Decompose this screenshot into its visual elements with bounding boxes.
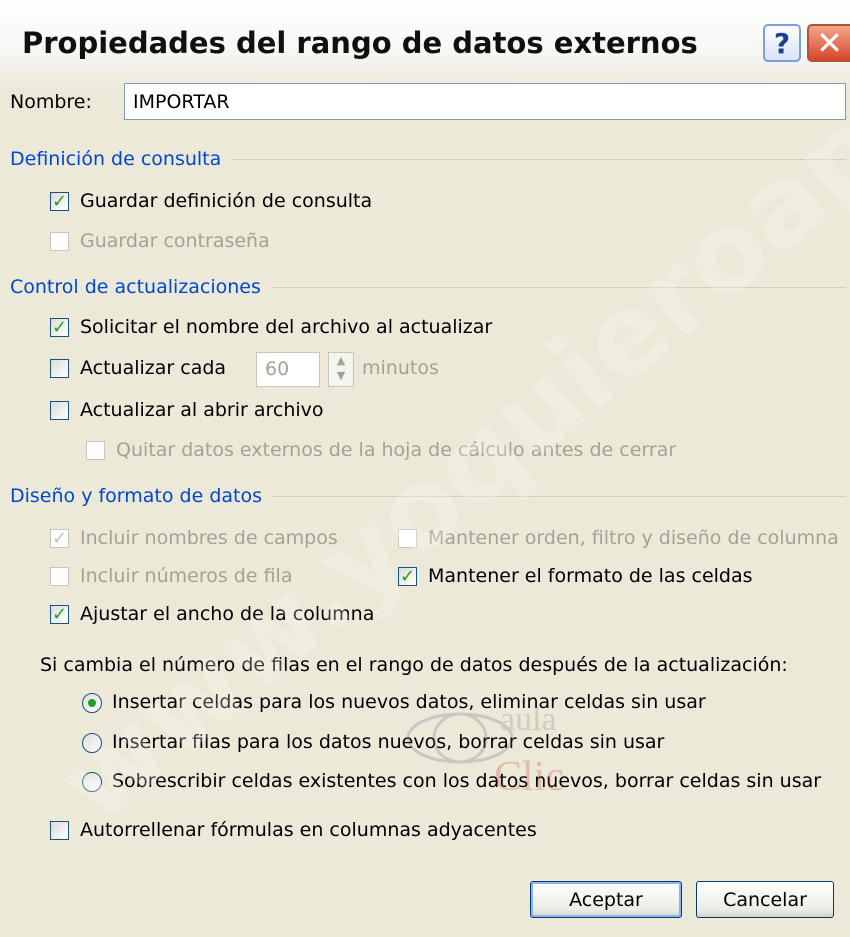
keep-sort-filter-label: Mantener orden, filtro y diseño de colum… bbox=[428, 527, 839, 549]
check-icon: ✓ bbox=[51, 190, 68, 212]
radio-dot-icon bbox=[88, 699, 96, 707]
check-icon: ✓ bbox=[399, 565, 416, 587]
adjust-column-width-checkbox[interactable]: ✓ bbox=[50, 605, 69, 624]
refresh-minutes-spinner[interactable]: ▲ ▼ bbox=[328, 352, 354, 387]
include-field-names-checkbox[interactable]: ✓ bbox=[50, 529, 69, 548]
close-icon: ✕ bbox=[816, 24, 843, 62]
help-icon: ? bbox=[773, 26, 791, 60]
save-query-label: Guardar definición de consulta bbox=[80, 190, 373, 212]
refresh-control-header: Control de actualizaciones bbox=[10, 276, 271, 298]
adjust-column-width-label: Ajustar el ancho de la columna bbox=[80, 603, 375, 625]
query-definition-header: Definición de consulta bbox=[10, 148, 232, 170]
close-button[interactable]: ✕ bbox=[807, 24, 850, 62]
keep-cell-format-checkbox[interactable]: ✓ bbox=[398, 567, 417, 586]
minutes-unit-label: minutos bbox=[362, 357, 439, 379]
overwrite-cells-label: Sobrescribir celdas existentes con los d… bbox=[112, 770, 822, 792]
refresh-every-checkbox[interactable] bbox=[50, 359, 69, 378]
name-label: Nombre: bbox=[10, 91, 92, 113]
insert-rows-radio[interactable] bbox=[82, 733, 102, 753]
help-button[interactable]: ? bbox=[763, 24, 801, 62]
name-input[interactable] bbox=[124, 83, 846, 120]
ok-button[interactable]: Aceptar bbox=[530, 881, 682, 918]
include-row-numbers-label: Incluir números de fila bbox=[80, 565, 293, 587]
remove-external-checkbox[interactable] bbox=[86, 441, 105, 460]
check-icon: ✓ bbox=[51, 603, 68, 625]
prompt-filename-label: Solicitar el nombre del archivo al actua… bbox=[80, 316, 493, 338]
keep-cell-format-label: Mantener el formato de las celdas bbox=[428, 565, 753, 587]
save-password-label: Guardar contraseña bbox=[80, 230, 270, 252]
check-icon: ✓ bbox=[51, 527, 68, 549]
save-query-checkbox[interactable]: ✓ bbox=[50, 192, 69, 211]
refresh-on-open-label: Actualizar al abrir archivo bbox=[80, 399, 324, 421]
refresh-every-label: Actualizar cada bbox=[80, 357, 227, 379]
save-password-checkbox[interactable] bbox=[50, 232, 69, 251]
insert-cells-label: Insertar celdas para los nuevos datos, e… bbox=[112, 691, 706, 713]
include-field-names-label: Incluir nombres de campos bbox=[80, 527, 338, 549]
prompt-filename-checkbox[interactable]: ✓ bbox=[50, 318, 69, 337]
insert-cells-radio[interactable] bbox=[82, 693, 102, 713]
include-row-numbers-checkbox[interactable] bbox=[50, 567, 69, 586]
remove-external-label: Quitar datos externos de la hoja de cálc… bbox=[116, 439, 677, 461]
refresh-minutes-input[interactable]: 60 bbox=[256, 352, 320, 387]
rows-change-text: Si cambia el número de filas en el rango… bbox=[40, 654, 788, 676]
check-icon: ✓ bbox=[51, 316, 68, 338]
cancel-button[interactable]: Cancelar bbox=[696, 881, 834, 918]
dialog-title: Propiedades del rango de datos externos bbox=[22, 26, 698, 60]
autofill-formulas-checkbox[interactable] bbox=[50, 821, 69, 840]
insert-rows-label: Insertar filas para los datos nuevos, bo… bbox=[112, 731, 665, 753]
spin-arrows-icon: ▲ ▼ bbox=[336, 354, 346, 382]
autofill-formulas-label: Autorrellenar fórmulas en columnas adyac… bbox=[80, 819, 537, 841]
refresh-on-open-checkbox[interactable] bbox=[50, 401, 69, 420]
overwrite-cells-radio[interactable] bbox=[82, 772, 102, 792]
keep-sort-filter-checkbox[interactable] bbox=[398, 529, 417, 548]
layout-header: Diseño y formato de datos bbox=[10, 485, 273, 507]
